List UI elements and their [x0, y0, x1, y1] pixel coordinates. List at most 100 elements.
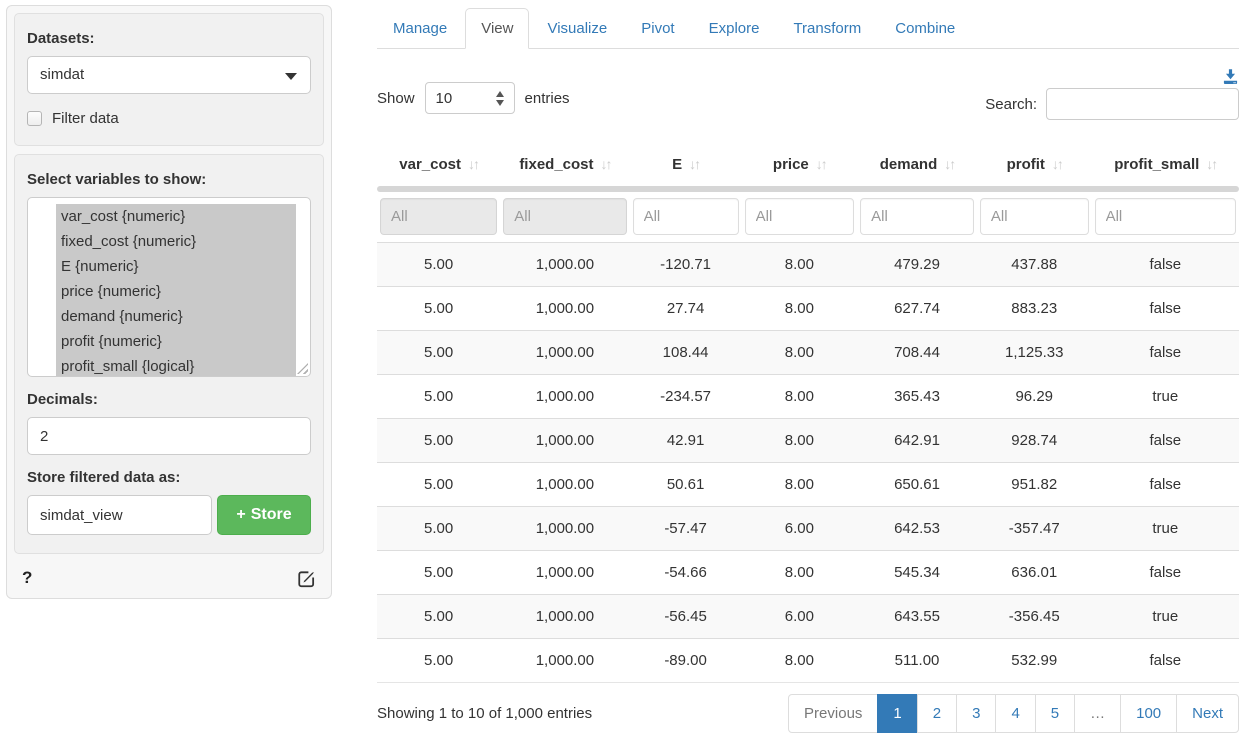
table-cell: 5.00: [377, 287, 500, 331]
table-cell: -54.66: [630, 551, 742, 595]
table-cell: 5.00: [377, 375, 500, 419]
column-header-fixed_cost[interactable]: fixed_cost↓↑: [500, 144, 629, 185]
search-input[interactable]: [1046, 88, 1239, 120]
sort-both-icon: ↓↑: [601, 156, 611, 172]
table-cell: true: [1092, 375, 1239, 419]
filter-input-E[interactable]: [633, 198, 739, 235]
table-cell: true: [1092, 595, 1239, 639]
table-cell: 1,000.00: [500, 243, 629, 287]
filter-input-price[interactable]: [745, 198, 855, 235]
store-button[interactable]: +Store: [217, 495, 311, 535]
table-cell: 365.43: [857, 375, 977, 419]
variable-option[interactable]: fixed_cost {numeric}: [56, 229, 296, 254]
table-cell: 883.23: [977, 287, 1092, 331]
header-row: var_cost↓↑fixed_cost↓↑E↓↑price↓↑demand↓↑…: [377, 144, 1239, 185]
view-options-panel: Select variables to show: var_cost {nume…: [14, 154, 324, 554]
dataset-select[interactable]: simdat: [27, 56, 311, 94]
page-previous[interactable]: Previous: [788, 694, 878, 733]
column-label: profit: [1007, 156, 1045, 173]
table-cell: 636.01: [977, 551, 1092, 595]
page-1[interactable]: 1: [877, 694, 917, 733]
table-cell: 437.88: [977, 243, 1092, 287]
variable-option[interactable]: var_cost {numeric}: [56, 204, 296, 229]
page-2[interactable]: 2: [917, 694, 957, 733]
filter-data-checkbox[interactable]: [27, 111, 42, 126]
table-cell: 627.74: [857, 287, 977, 331]
sidebar: Datasets: simdat Filter data Select vari…: [6, 5, 332, 599]
table-cell: 1,000.00: [500, 507, 629, 551]
download-icon[interactable]: [1222, 68, 1239, 85]
dataset-panel: Datasets: simdat Filter data: [14, 13, 324, 146]
tab-manage[interactable]: Manage: [377, 8, 463, 49]
table-cell: -56.45: [630, 595, 742, 639]
page-4[interactable]: 4: [995, 694, 1035, 733]
table-row: 5.001,000.0050.618.00650.61951.82false: [377, 463, 1239, 507]
table-cell: 5.00: [377, 243, 500, 287]
filter-input-var_cost[interactable]: [380, 198, 497, 235]
filter-row: [377, 192, 1239, 243]
table-cell: -356.45: [977, 595, 1092, 639]
nav-tabs: ManageViewVisualizePivotExploreTransform…: [377, 8, 1239, 49]
table-cell: 511.00: [857, 639, 977, 683]
decimals-input[interactable]: [27, 417, 311, 455]
table-cell: -234.57: [630, 375, 742, 419]
entries-label: entries: [525, 90, 570, 107]
datasets-label: Datasets:: [27, 30, 311, 47]
variable-option[interactable]: E {numeric}: [56, 254, 296, 279]
tab-view[interactable]: View: [465, 8, 529, 49]
table-cell: -57.47: [630, 507, 742, 551]
variables-multiselect[interactable]: var_cost {numeric}fixed_cost {numeric}E …: [27, 197, 311, 377]
page-next[interactable]: Next: [1176, 694, 1239, 733]
filter-input-fixed_cost[interactable]: [503, 198, 626, 235]
help-icon[interactable]: ?: [22, 568, 32, 588]
filter-input-profit_small[interactable]: [1095, 198, 1236, 235]
table-cell: 108.44: [630, 331, 742, 375]
table-cell: 650.61: [857, 463, 977, 507]
filter-input-demand[interactable]: [860, 198, 974, 235]
page-length-select[interactable]: 10: [425, 82, 515, 114]
table-row: 5.001,000.00108.448.00708.441,125.33fals…: [377, 331, 1239, 375]
table-cell: 5.00: [377, 595, 500, 639]
filter-input-profit[interactable]: [980, 198, 1089, 235]
decimals-label: Decimals:: [27, 391, 311, 408]
variable-option[interactable]: profit {numeric}: [56, 329, 296, 354]
filter-cell: [977, 192, 1092, 243]
variable-option[interactable]: demand {numeric}: [56, 304, 296, 329]
table-cell: -120.71: [630, 243, 742, 287]
table-cell: -357.47: [977, 507, 1092, 551]
tab-pivot[interactable]: Pivot: [625, 8, 690, 49]
tab-combine[interactable]: Combine: [879, 8, 971, 49]
table-cell: 1,000.00: [500, 463, 629, 507]
tab-transform[interactable]: Transform: [777, 8, 877, 49]
tab-explore[interactable]: Explore: [693, 8, 776, 49]
column-label: E: [672, 156, 682, 173]
table-cell: false: [1092, 419, 1239, 463]
tab-visualize[interactable]: Visualize: [531, 8, 623, 49]
column-header-price[interactable]: price↓↑: [742, 144, 858, 185]
table-cell: 5.00: [377, 419, 500, 463]
column-header-demand[interactable]: demand↓↑: [857, 144, 977, 185]
page-5[interactable]: 5: [1035, 694, 1075, 733]
table-cell: 642.53: [857, 507, 977, 551]
search-label: Search:: [985, 96, 1037, 113]
edit-pencil-icon[interactable]: [297, 569, 316, 588]
variable-option[interactable]: profit_small {logical}: [56, 354, 296, 377]
table-row: 5.001,000.00-57.476.00642.53-357.47true: [377, 507, 1239, 551]
page-…: …: [1074, 694, 1121, 733]
table-cell: 1,000.00: [500, 419, 629, 463]
column-header-profit[interactable]: profit↓↑: [977, 144, 1092, 185]
table-cell: 642.91: [857, 419, 977, 463]
column-header-profit_small[interactable]: profit_small↓↑: [1092, 144, 1239, 185]
show-label: Show: [377, 90, 415, 107]
page-100[interactable]: 100: [1120, 694, 1177, 733]
table-cell: 8.00: [742, 243, 858, 287]
page-length-value: 10: [436, 90, 453, 107]
table-cell: 8.00: [742, 639, 858, 683]
column-header-var_cost[interactable]: var_cost↓↑: [377, 144, 500, 185]
variable-option[interactable]: price {numeric}: [56, 279, 296, 304]
column-header-E[interactable]: E↓↑: [630, 144, 742, 185]
table-cell: 8.00: [742, 419, 858, 463]
store-name-input[interactable]: [27, 495, 212, 535]
table-cell: 1,125.33: [977, 331, 1092, 375]
page-3[interactable]: 3: [956, 694, 996, 733]
